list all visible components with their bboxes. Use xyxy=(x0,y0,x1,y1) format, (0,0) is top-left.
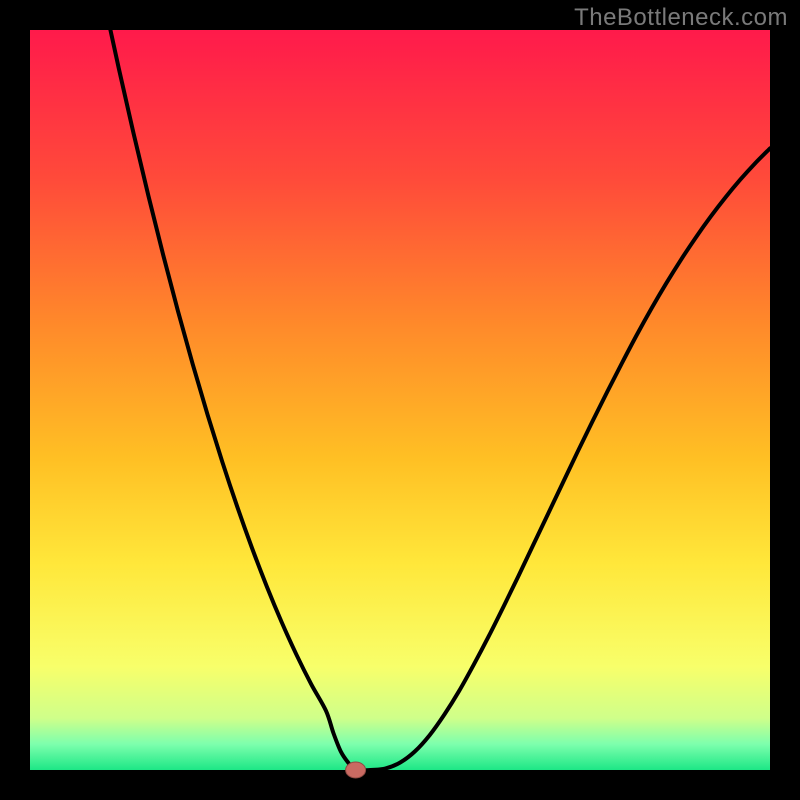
chart-canvas xyxy=(0,0,800,800)
watermark-text: TheBottleneck.com xyxy=(574,4,788,32)
optimal-point-marker xyxy=(346,762,366,778)
bottleneck-chart: TheBottleneck.com xyxy=(0,0,800,800)
chart-background-gradient xyxy=(30,30,770,770)
